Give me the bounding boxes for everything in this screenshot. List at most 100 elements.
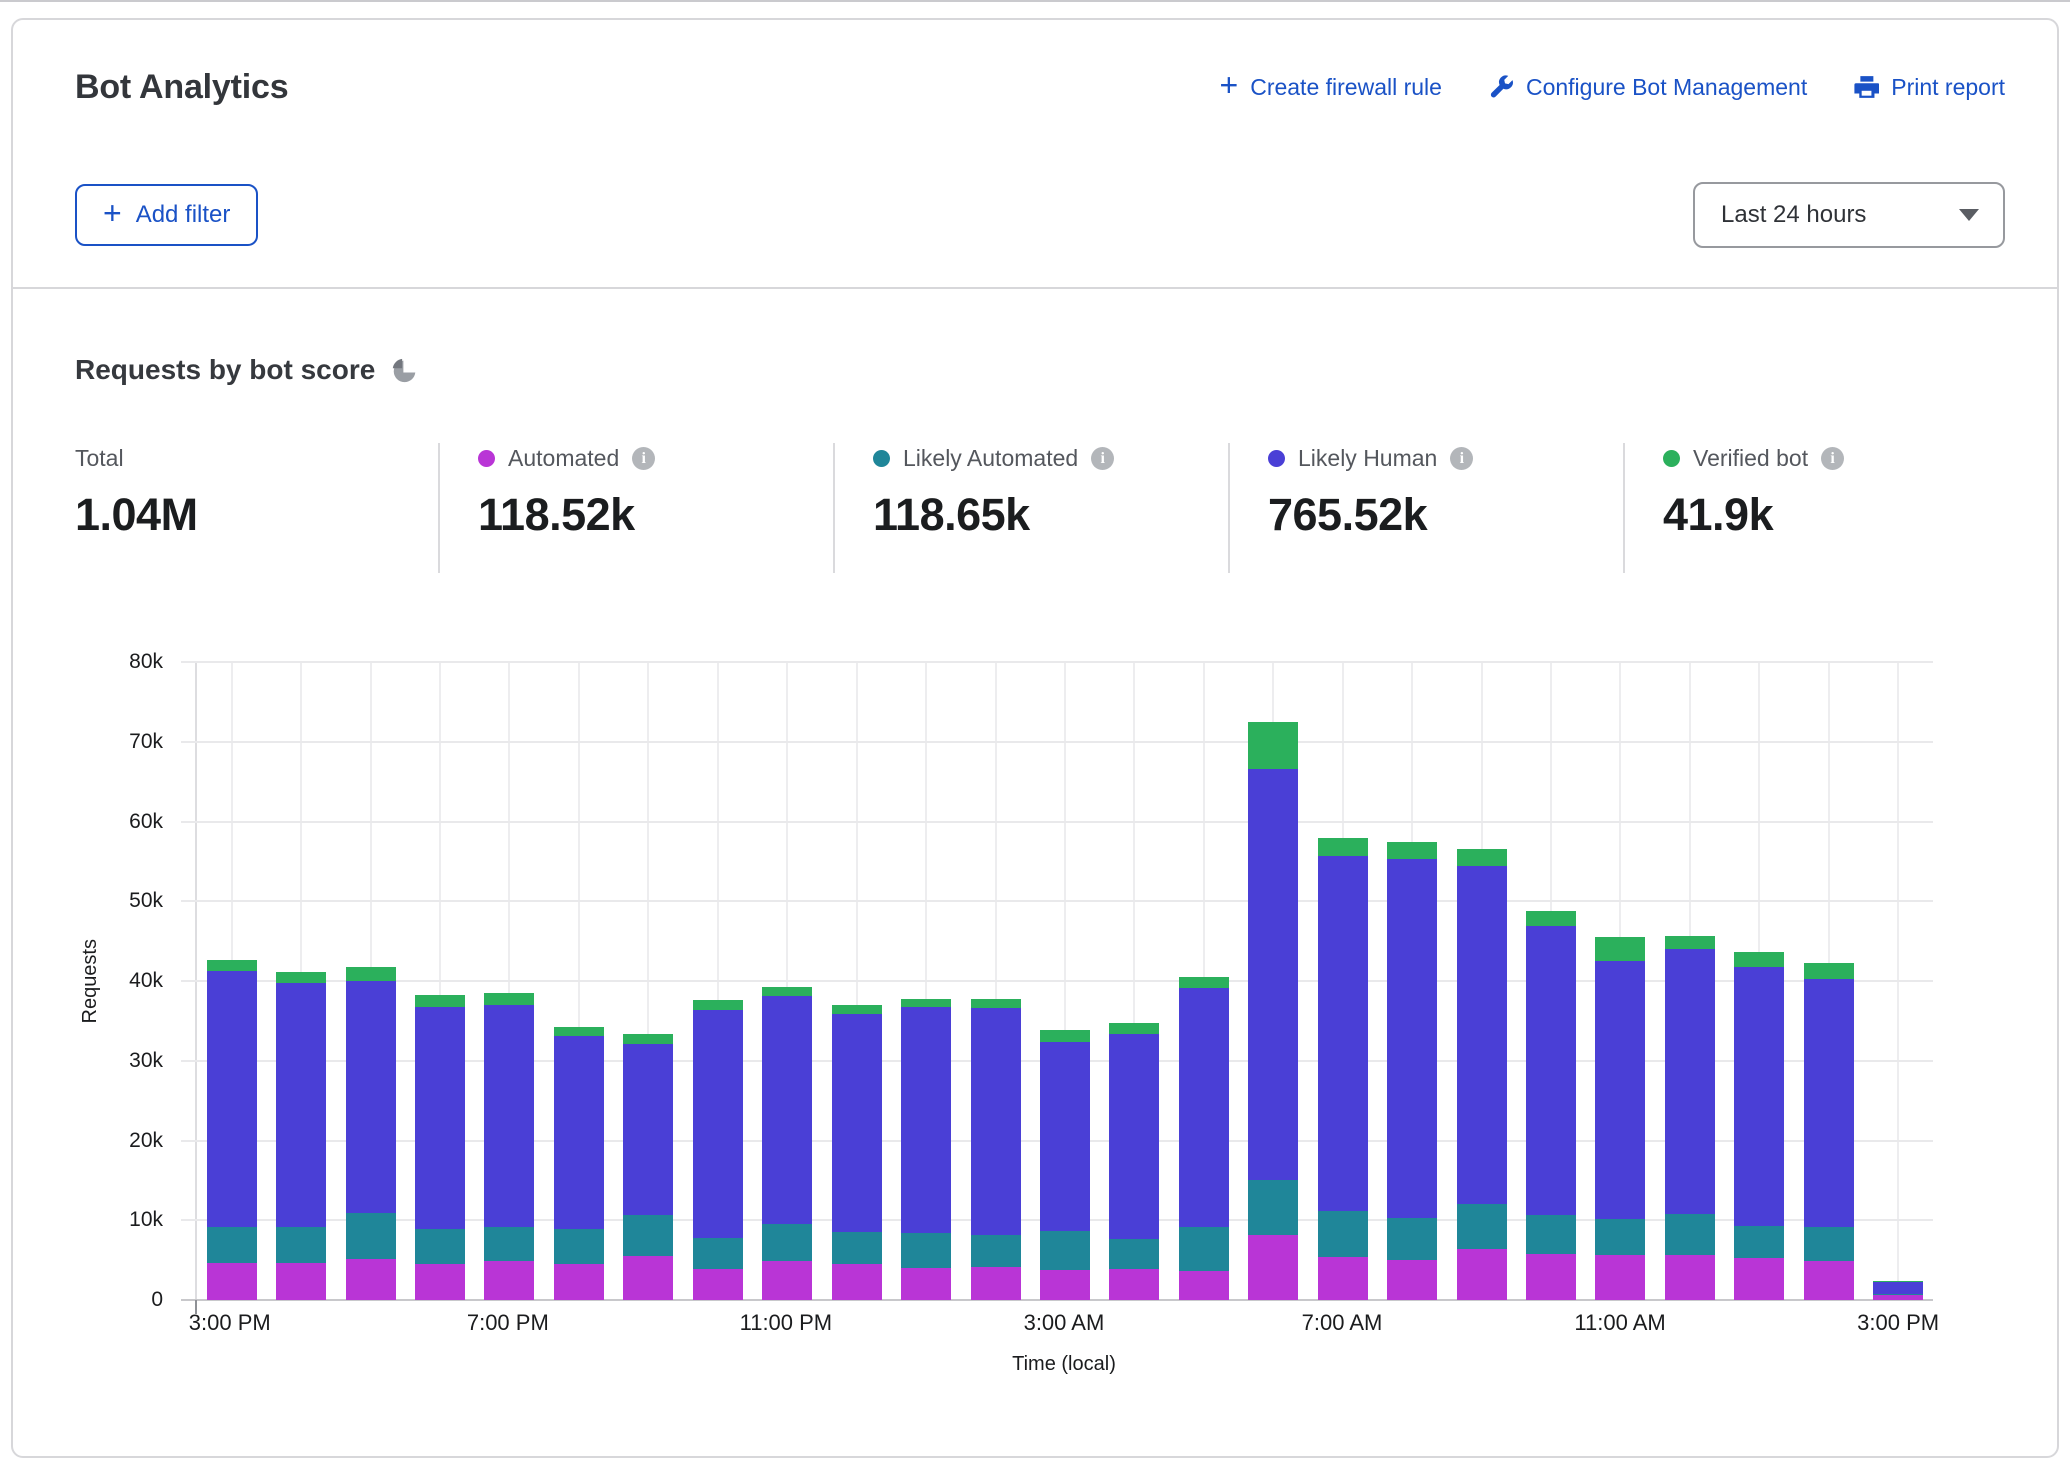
segment-verified-bot bbox=[1665, 936, 1715, 949]
time-range-value: Last 24 hours bbox=[1721, 201, 1866, 229]
x-slot bbox=[1238, 1310, 1308, 1340]
segment-likely-automated bbox=[1179, 1227, 1229, 1270]
x-tick-label: 3:00 PM bbox=[189, 1310, 271, 1336]
segment-automated bbox=[1665, 1255, 1715, 1300]
configure-bot-management-link[interactable]: Configure Bot Management bbox=[1488, 74, 1807, 101]
segment-likely-human bbox=[1457, 866, 1507, 1204]
segment-likely-automated bbox=[1387, 1218, 1437, 1260]
x-slot bbox=[821, 1310, 891, 1340]
stacked-bar-500am[interactable] bbox=[1179, 662, 1229, 1300]
stacked-bar-900am[interactable] bbox=[1457, 662, 1507, 1300]
segment-automated bbox=[693, 1269, 743, 1300]
segment-verified-bot bbox=[623, 1034, 673, 1044]
segment-likely-automated bbox=[1665, 1214, 1715, 1255]
x-slot bbox=[1724, 1310, 1794, 1340]
stacked-bar-500pm[interactable] bbox=[346, 662, 396, 1300]
segment-likely-automated bbox=[1109, 1239, 1159, 1269]
segment-likely-human bbox=[1804, 979, 1854, 1227]
segment-verified-bot bbox=[971, 999, 1021, 1008]
link-label: Configure Bot Management bbox=[1526, 74, 1807, 101]
x-slot: 3:00 PM bbox=[195, 1310, 265, 1340]
segment-likely-automated bbox=[971, 1235, 1021, 1266]
segment-likely-human bbox=[1179, 988, 1229, 1227]
stacked-bar-900pm[interactable] bbox=[623, 662, 673, 1300]
add-filter-button[interactable]: + Add filter bbox=[75, 184, 258, 246]
print-report-link[interactable]: Print report bbox=[1853, 74, 2005, 101]
stacked-bar-300pm[interactable] bbox=[207, 662, 257, 1300]
x-slot: 11:00 PM bbox=[751, 1310, 821, 1340]
info-icon[interactable]: i bbox=[632, 447, 655, 470]
segment-verified-bot bbox=[415, 995, 465, 1008]
stacked-bar-100am[interactable] bbox=[901, 662, 951, 1300]
info-icon[interactable]: i bbox=[1450, 447, 1473, 470]
legend-dot-verified-bot bbox=[1663, 450, 1680, 467]
segment-likely-human bbox=[1526, 926, 1576, 1215]
x-axis-labels: 3:00 PM7:00 PM11:00 PM3:00 AM7:00 AM11:0… bbox=[195, 1310, 1933, 1340]
bar-slot bbox=[1100, 662, 1169, 1300]
stacked-bar-100pm[interactable] bbox=[1734, 662, 1784, 1300]
stacked-bar-700pm[interactable] bbox=[484, 662, 534, 1300]
stat-value: 1.04M bbox=[75, 489, 438, 541]
stacked-bar-1000am[interactable] bbox=[1526, 662, 1576, 1300]
x-tick-label: 11:00 PM bbox=[740, 1310, 833, 1336]
stacked-bar-400pm[interactable] bbox=[276, 662, 326, 1300]
segment-likely-human bbox=[901, 1007, 951, 1233]
stat-label: Automated bbox=[508, 445, 619, 472]
segment-likely-automated bbox=[276, 1227, 326, 1262]
stat-value: 765.52k bbox=[1268, 489, 1623, 541]
wrench-icon bbox=[1488, 74, 1514, 100]
stacked-bar-600pm[interactable] bbox=[415, 662, 465, 1300]
x-slot bbox=[1377, 1310, 1447, 1340]
segment-likely-human bbox=[346, 981, 396, 1213]
segment-likely-automated bbox=[1526, 1215, 1576, 1253]
stacked-bar-600am[interactable] bbox=[1248, 662, 1298, 1300]
x-tick-label: 3:00 AM bbox=[1024, 1310, 1105, 1336]
x-tick-label: 11:00 AM bbox=[1574, 1310, 1665, 1336]
stacked-bar-300pm[interactable] bbox=[1873, 662, 1923, 1300]
segment-verified-bot bbox=[693, 1000, 743, 1010]
segment-likely-automated bbox=[901, 1233, 951, 1268]
segment-verified-bot bbox=[484, 993, 534, 1005]
y-tick-label: 50k bbox=[75, 889, 163, 913]
segment-likely-human bbox=[1109, 1034, 1159, 1240]
time-range-select[interactable]: Last 24 hours bbox=[1693, 182, 2005, 248]
stacked-bar-800am[interactable] bbox=[1387, 662, 1437, 1300]
create-firewall-rule-link[interactable]: + Create firewall rule bbox=[1220, 74, 1442, 101]
plus-icon: + bbox=[1220, 73, 1239, 97]
stat-label: Likely Automated bbox=[903, 445, 1078, 472]
y-tick-label: 0 bbox=[75, 1288, 163, 1312]
stacked-bar-300am[interactable] bbox=[1040, 662, 1090, 1300]
segment-verified-bot bbox=[901, 999, 951, 1008]
stacked-bar-200am[interactable] bbox=[971, 662, 1021, 1300]
stat-label: Verified bot bbox=[1693, 445, 1808, 472]
stacked-bar-700am[interactable] bbox=[1318, 662, 1368, 1300]
stacked-bar-1100pm[interactable] bbox=[762, 662, 812, 1300]
stacked-bar-1000pm[interactable] bbox=[693, 662, 743, 1300]
segment-likely-automated bbox=[1457, 1204, 1507, 1249]
stat-value: 118.52k bbox=[478, 489, 833, 541]
stacked-bar-1200pm[interactable] bbox=[1665, 662, 1715, 1300]
bar-slot bbox=[1447, 662, 1516, 1300]
segment-automated bbox=[346, 1259, 396, 1300]
section-title-row: Requests by bot score bbox=[75, 351, 2005, 389]
stacked-bar-800pm[interactable] bbox=[554, 662, 604, 1300]
segment-likely-human bbox=[1387, 859, 1437, 1218]
stacked-bar-400am[interactable] bbox=[1109, 662, 1159, 1300]
segment-verified-bot bbox=[554, 1027, 604, 1036]
y-tick-label: 10k bbox=[75, 1208, 163, 1232]
bar-slot bbox=[266, 662, 335, 1300]
info-icon[interactable]: i bbox=[1821, 447, 1844, 470]
stacked-bar-200pm[interactable] bbox=[1804, 662, 1854, 1300]
segment-likely-automated bbox=[1248, 1180, 1298, 1234]
info-icon[interactable]: i bbox=[1091, 447, 1114, 470]
x-tick-label: 7:00 AM bbox=[1302, 1310, 1383, 1336]
segment-likely-automated bbox=[554, 1229, 604, 1264]
legend-dot-automated bbox=[478, 450, 495, 467]
stacked-bar-1100am[interactable] bbox=[1595, 662, 1645, 1300]
segment-likely-human bbox=[276, 983, 326, 1227]
stacked-bar-1200am[interactable] bbox=[832, 662, 882, 1300]
segment-likely-human bbox=[484, 1005, 534, 1227]
stat-label: Total bbox=[75, 445, 124, 472]
segment-likely-automated bbox=[346, 1213, 396, 1259]
x-slot bbox=[890, 1310, 960, 1340]
